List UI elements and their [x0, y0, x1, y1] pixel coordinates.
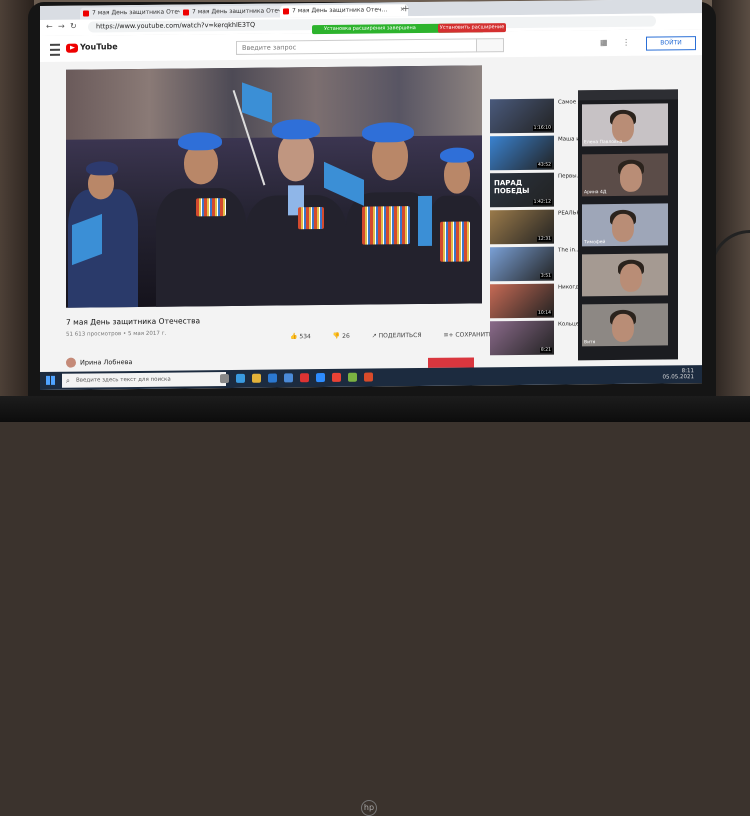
back-icon[interactable]: ← — [46, 22, 53, 31]
participant-face — [620, 263, 642, 292]
like-count: 534 — [299, 333, 311, 341]
participant-face — [612, 213, 634, 243]
youtube-favicon-icon — [283, 8, 289, 15]
suggested-video-thumbnail[interactable]: 12:31 — [490, 209, 554, 245]
flag — [418, 195, 432, 247]
video-meta: 51 613 просмотров • 5 мая 2017 г. — [66, 330, 167, 338]
person-beret — [272, 119, 320, 140]
suggested-video-thumbnail[interactable]: 43:52 — [490, 135, 554, 171]
share-label: ПОДЕЛИТЬСЯ — [378, 332, 422, 340]
forward-icon[interactable]: → — [58, 22, 65, 31]
video-call-toolbar[interactable] — [578, 89, 678, 101]
system-tray-clock[interactable]: 8:11 05.05.2021 — [620, 368, 695, 381]
file-explorer-icon[interactable] — [252, 373, 261, 383]
chrome-icon[interactable] — [332, 372, 341, 382]
channel-row[interactable]: Ирина Лобнева — [66, 357, 132, 368]
youtube-favicon-icon — [183, 9, 189, 16]
participant-name: Арина 4Д — [584, 190, 607, 196]
video-player[interactable] — [66, 65, 482, 308]
person-beret — [178, 132, 222, 151]
video-duration: 10:14 — [537, 310, 552, 316]
dislike-count: 26 — [342, 332, 350, 340]
participant-tile[interactable]: Елена Павловна — [582, 103, 668, 147]
save-label: СОХРАНИТЬ — [455, 331, 493, 339]
video-title: 7 мая День защитника Отечества — [66, 316, 201, 327]
header-apps-icon[interactable]: ▦ ⋮ — [600, 38, 636, 47]
app-icon[interactable] — [348, 372, 357, 382]
participant-tile[interactable] — [582, 253, 668, 297]
channel-name[interactable]: Ирина Лобнева — [80, 358, 132, 367]
extension-button[interactable]: Установить расширение — [438, 23, 506, 33]
youtube-logo-icon[interactable] — [66, 43, 78, 53]
medals — [440, 221, 470, 262]
person-beret — [362, 122, 414, 143]
participant-tile[interactable]: Арина 4Д — [582, 153, 668, 197]
menu-icon[interactable] — [50, 43, 60, 56]
participant-name: Елена Павловна — [584, 139, 623, 146]
person-face — [278, 133, 314, 182]
video-duration: 8:21 — [539, 347, 552, 353]
youtube-logo-text[interactable]: YouTube — [80, 42, 118, 51]
tab-label: 7 мая День защитника Отеч… — [292, 6, 388, 15]
participant-name: Тимофей — [584, 240, 606, 246]
suggested-video-thumbnail[interactable]: 10:14 — [490, 283, 554, 319]
video-duration: 12:31 — [537, 236, 552, 242]
taskbar-search-input[interactable]: Введите здесь текст для поиска — [62, 372, 226, 388]
suggested-video-thumbnail[interactable]: ПАРАД ПОБЕДЫ 1:42:12 — [490, 172, 554, 208]
sign-in-button[interactable]: ВОЙТИ — [646, 36, 696, 51]
background-right — [712, 0, 750, 422]
hp-logo: hp — [361, 800, 377, 816]
app-icon[interactable] — [364, 372, 373, 382]
video-duration: 43:52 — [537, 162, 552, 168]
dislike-button[interactable]: 👎 26 — [333, 333, 360, 340]
participant-face — [612, 113, 634, 143]
taskbar-notification — [428, 357, 474, 368]
person-cap — [86, 161, 118, 176]
participant-tile[interactable]: Тимофей — [582, 203, 668, 247]
participant-tile[interactable]: Витя — [582, 303, 668, 347]
participant-face — [612, 313, 634, 343]
laptop-base: hp — [0, 396, 750, 816]
video-duration: 1:42:12 — [532, 199, 552, 205]
windows-start-icon[interactable] — [46, 375, 55, 385]
suggested-video-thumbnail[interactable]: 1:16:10 — [490, 98, 554, 134]
new-tab-button[interactable]: + — [402, 4, 410, 14]
laptop-screen: 7 мая День защитника Отеч… ✕ 7 мая День … — [40, 0, 702, 391]
task-view-icon[interactable] — [220, 374, 229, 384]
youtube-header: YouTube Введите запрос ▦ ⋮ ВОЙТИ — [40, 29, 702, 62]
tab-label: 7 мая День защитника Отеч… — [92, 8, 188, 17]
mail-icon[interactable] — [284, 373, 293, 383]
medals — [298, 207, 324, 230]
youtube-favicon-icon — [83, 10, 89, 17]
app-icon[interactable] — [300, 373, 309, 383]
clock-date: 05.05.2021 — [662, 374, 695, 381]
participant-name: Витя — [584, 340, 596, 346]
medals — [362, 206, 410, 245]
zoom-icon[interactable] — [316, 373, 325, 383]
video-duration: 3:51 — [539, 273, 552, 279]
person-face — [444, 157, 470, 194]
suggested-video-thumbnail[interactable]: 3:51 — [490, 246, 554, 282]
medals — [196, 198, 226, 217]
share-button[interactable]: ↗ ПОДЕЛИТЬСЯ — [372, 332, 432, 340]
tab-label: 7 мая День защитника Отеч… — [192, 7, 288, 16]
video-call-panel: Елена Павловна Арина 4Д Тимофей Витя — [578, 89, 678, 361]
suggested-video-thumbnail[interactable]: 8:21 — [490, 320, 554, 356]
participant-face — [620, 163, 642, 192]
person-beret — [440, 147, 474, 163]
like-button[interactable]: 👍 534 — [290, 333, 321, 340]
avatar[interactable] — [66, 357, 76, 368]
search-input[interactable]: Введите запрос — [236, 38, 477, 55]
search-button[interactable] — [476, 38, 504, 53]
reload-icon[interactable]: ↻ — [70, 22, 77, 31]
thumbnail-label: ПАРАД ПОБЕДЫ — [494, 178, 530, 196]
store-icon[interactable] — [268, 373, 277, 383]
edge-icon[interactable] — [236, 373, 245, 383]
video-duration: 1:16:10 — [532, 125, 552, 131]
